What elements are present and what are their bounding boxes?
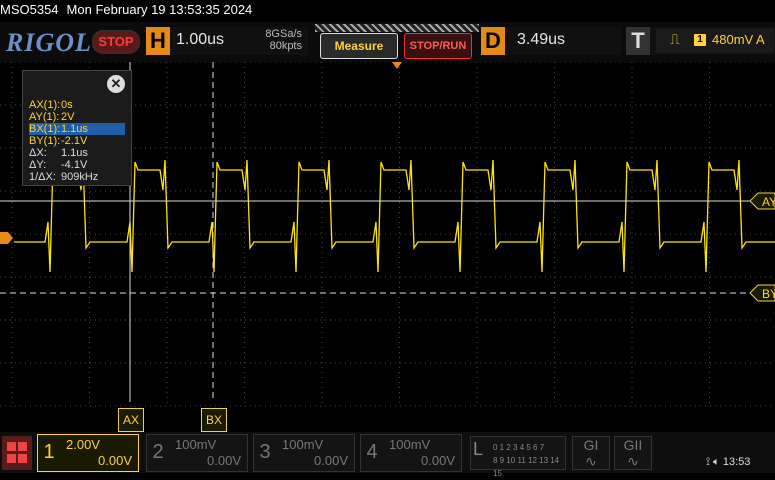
channel-offset: 0.00V [98, 453, 132, 468]
measure-value: 909kHz [61, 171, 99, 183]
ch1-ground-marker-icon [0, 232, 13, 244]
sample-info: 8GSa/s 80kpts [265, 28, 302, 52]
measure-row[interactable]: 1/ΔX: 909kHz [29, 171, 125, 183]
measure-row[interactable]: ΔX: 1.1us [29, 147, 125, 159]
channel-3-button[interactable]: 3 100mV 0.00V [253, 434, 355, 472]
stop-run-button[interactable]: STOP/RUN [404, 33, 472, 59]
channel-number: 2 [152, 441, 164, 463]
measure-key: ΔX: [29, 147, 47, 159]
channel-offset: 0.00V [207, 453, 241, 468]
logic-row-2: 8 9 10 11 12 13 14 15 [493, 456, 560, 478]
top-toolbar: RIGOL STOP H 1.00us 8GSa/s 80kpts Measur… [0, 22, 775, 62]
menu-grid-icon [7, 442, 16, 451]
channel-1-button[interactable]: 1 2.00V 0.00V [37, 434, 139, 472]
sine-wave-icon: ∿ [627, 453, 639, 469]
speaker-icon: 🔈︎ [713, 456, 720, 468]
delay-value: 3.49us [517, 31, 566, 48]
channel-number: 1 [43, 441, 55, 463]
measure-key: AY(1): [29, 111, 60, 123]
gen2-label: GII [623, 437, 643, 453]
trigger-source: 1 [694, 34, 706, 46]
trigger-label: T [626, 27, 650, 55]
timebase-value: 1.00us [176, 31, 225, 48]
measure-button[interactable]: Measure [320, 33, 398, 59]
usb-icon: ⟟ [706, 456, 711, 468]
measure-row[interactable]: AX(1):0s [29, 99, 125, 111]
delay-label: D [481, 27, 505, 55]
measure-value: 0s [61, 99, 73, 111]
horizontal-label: H [146, 27, 170, 55]
by-cursor-label: BY [762, 287, 775, 301]
measure-key: BX(1): [29, 123, 61, 135]
measure-value: 1.1us [61, 123, 88, 135]
measure-key: BY(1): [29, 135, 61, 147]
measure-key: AX(1): [29, 99, 61, 111]
channel-scale: 100mV [282, 437, 324, 452]
trigger-mode: A [756, 32, 765, 47]
channel-scale: 2.00V [66, 437, 100, 452]
logic-channels: 0 1 2 3 4 5 6 7 8 9 10 11 12 13 14 15 [493, 441, 565, 480]
trigger-position-icon [392, 62, 402, 69]
logic-row-1: 0 1 2 3 4 5 6 7 [493, 443, 545, 452]
ax-cursor-tag[interactable]: AX [118, 408, 145, 432]
model-name: MSO5354 [0, 2, 59, 17]
measure-value: 1.1us [61, 147, 88, 159]
trigger-settings: ⎍ 1 480mV A [656, 29, 774, 53]
memory-depth: 80kpts [269, 40, 302, 52]
measure-tab-handle[interactable] [315, 24, 479, 32]
channel-number: 4 [366, 441, 378, 463]
measure-row[interactable]: ΔY: -4.1V [29, 159, 125, 171]
channel-2-button[interactable]: 2 100mV 0.00V [146, 434, 248, 472]
measure-row[interactable]: AY(1): 2V [29, 111, 125, 123]
delay-control[interactable]: D 3.49us [481, 27, 621, 55]
channel-scale: 100mV [389, 437, 431, 452]
horizontal-timebase[interactable]: H 1.00us 8GSa/s 80kpts [146, 27, 308, 55]
run-state-button[interactable]: STOP [92, 30, 140, 54]
rigol-logo: RIGOL [6, 28, 92, 57]
trigger-control[interactable]: T ⎍ 1 480mV A [626, 27, 775, 55]
measure-key: 1/ΔX: [29, 171, 56, 183]
rising-edge-icon: ⎍ [670, 31, 680, 47]
measure-value: 2V [61, 111, 75, 123]
close-icon[interactable]: ✕ [107, 75, 125, 93]
menu-grid-icon [7, 454, 16, 463]
measure-value: -2.1V [61, 135, 88, 147]
channel-scale: 100mV [175, 437, 217, 452]
logic-label: L [473, 439, 484, 459]
measure-row[interactable]: BY(1):-2.1V [29, 135, 125, 147]
bottom-bar: 1 2.00V 0.00V 2 100mV 0.00V 3 100mV 0.00V 4 100mV 0… [0, 432, 775, 478]
main-menu-button[interactable] [2, 436, 32, 470]
channel-offset: 0.00V [421, 453, 455, 468]
bx-cursor-tag[interactable]: BX [201, 408, 228, 432]
datetime: Mon February 19 13:53:35 2024 [66, 2, 253, 17]
logic-analyzer-button[interactable]: L 0 1 2 3 4 5 6 7 8 9 10 11 12 13 14 15 [470, 436, 566, 478]
title-bar: MSO5354 Mon February 19 13:53:35 2024 [0, 0, 775, 22]
sine-wave-icon: ∿ [585, 453, 597, 469]
menu-grid-icon [18, 454, 27, 463]
measure-value: -4.1V [61, 159, 88, 171]
generator-1-button[interactable]: GI ∿ [572, 436, 610, 470]
channel-offset: 0.00V [314, 453, 348, 468]
generator-2-button[interactable]: GII ∿ [614, 436, 652, 470]
sample-rate: 8GSa/s [265, 28, 302, 40]
ay-cursor-label: AY [762, 195, 775, 209]
trigger-level: 480mV [712, 32, 754, 47]
menu-grid-icon [18, 442, 27, 451]
channel-number: 3 [259, 441, 271, 463]
channel-4-button[interactable]: 4 100mV 0.00V [360, 434, 462, 472]
cursor-measure-panel: ✕ AX(1):0s AY(1): 2V BX(1):1.1us BY(1):-2.1V… [22, 70, 132, 186]
status-area: ⟟ 🔈︎ 13:53 [706, 456, 750, 469]
clock-time: 13:53 [722, 456, 751, 468]
measure-key: ΔY: [29, 159, 47, 171]
measure-row[interactable]: BX(1):1.1us [29, 123, 125, 135]
gen1-label: GI [583, 437, 599, 453]
